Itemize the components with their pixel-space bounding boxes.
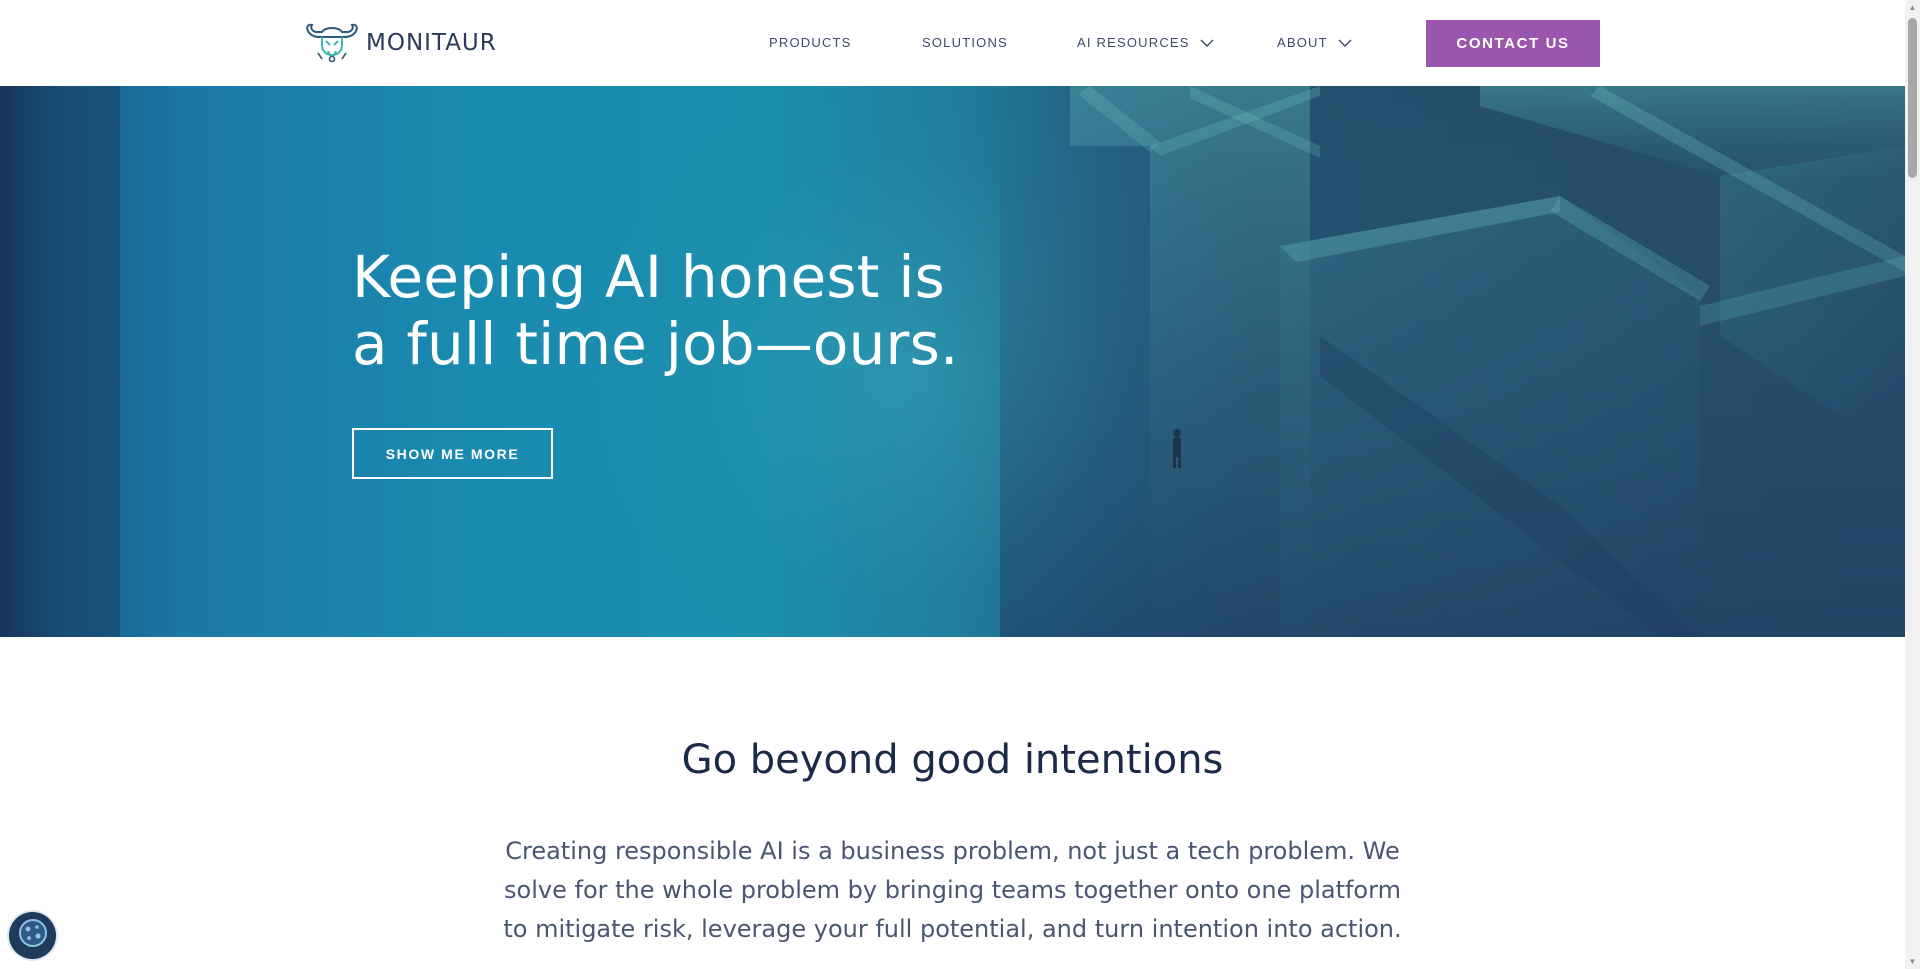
scroll-up-arrow-icon[interactable]: ▲ [1905,0,1920,15]
nav-item-label: SOLUTIONS [922,35,1008,50]
hero-title-line1: Keeping AI honest is [352,243,946,311]
hero-title-line2: a full time job—ours. [352,310,959,378]
brand-logo[interactable]: MONITAUR [304,22,497,64]
nav-item-label: PRODUCTS [769,35,852,50]
nav-item-label: AI RESOURCES [1077,35,1190,50]
hero-title: Keeping AI honest is a full time job—our… [352,244,1052,378]
nav-item-about[interactable]: ABOUT [1277,35,1352,50]
cookie-icon [17,917,49,954]
intro-heading: Go beyond good intentions [681,737,1224,783]
scrollbar-thumb[interactable] [1908,18,1917,178]
intro-body: Creating responsible AI is a business pr… [503,837,1402,943]
nav-item-ai-resources[interactable]: AI RESOURCES [1077,35,1214,50]
chevron-down-icon [1200,39,1214,47]
nav-item-products[interactable]: PRODUCTS [769,35,852,50]
brand-name: MONITAUR [366,30,497,56]
show-me-more-button[interactable]: SHOW ME MORE [352,428,553,479]
chevron-down-icon [1338,39,1352,47]
site-header: MONITAUR PRODUCTS SOLUTIONS AI RESOURCES… [0,0,1905,86]
scroll-down-arrow-icon[interactable]: ▼ [1905,954,1920,969]
cookie-settings-button[interactable] [9,912,56,959]
nav-item-label: ABOUT [1277,35,1328,50]
page: MONITAUR PRODUCTS SOLUTIONS AI RESOURCES… [0,0,1920,969]
contact-us-button[interactable]: CONTACT US [1426,20,1600,67]
hero-section: Keeping AI honest is a full time job—our… [0,86,1905,637]
nav-item-solutions[interactable]: SOLUTIONS [922,35,1008,50]
minotaur-logo-icon [304,23,360,63]
page-scrollbar[interactable]: ▲ ▼ [1905,0,1920,969]
